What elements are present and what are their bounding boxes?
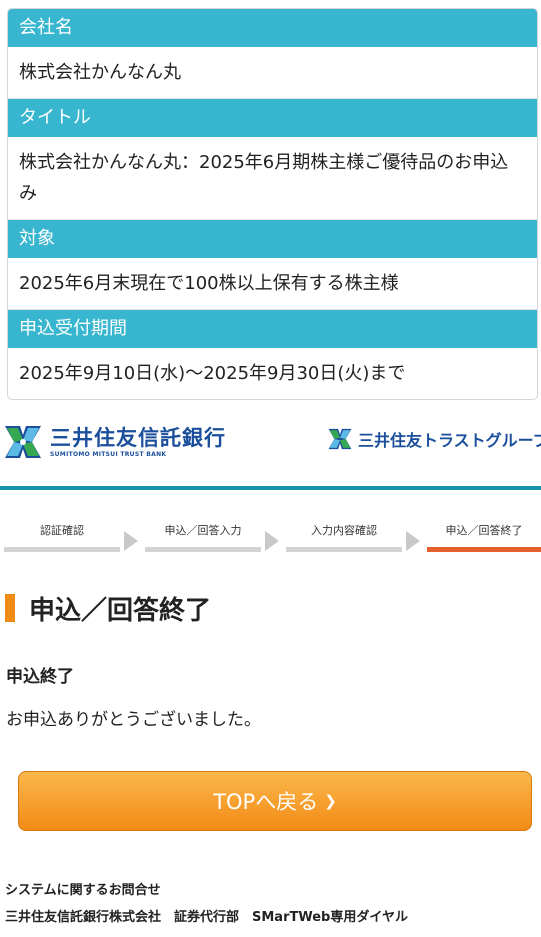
page-title: 申込／回答終了 [5,592,212,626]
completion-message: お申込ありがとうございました。 [6,710,261,730]
completion-subheading: 申込終了 [6,667,74,687]
title-label: タイトル [8,99,537,137]
brand-divider [0,486,541,490]
bank-logo-icon [5,426,41,458]
footer-contact-heading: システムに関するお問合せ [5,883,161,898]
step-label: 申込／回答入力 [164,524,242,537]
step-label: 申込／回答終了 [445,524,523,537]
company-value: 株式会社かんなん丸 [8,47,537,99]
footer-contact-detail: 三井住友信託銀行株式会社 証券代行部 SMarTWeb専用ダイヤル [5,910,408,925]
back-to-top-label: TOPへ戻る [213,790,319,814]
bank-name: 三井住友信託銀行 [50,425,226,450]
group-logo: 三井住友トラストグループ [328,427,541,451]
target-label: 対象 [8,220,537,258]
progress-steps: 認証確認 申込／回答入力 入力内容確認 申込／回答終了 [0,521,541,561]
application-info-card: 会社名 株式会社かんなん丸 タイトル 株式会社かんなん丸：2025年6月期株主様… [7,8,538,400]
step-arrow-icon [124,531,138,551]
step-bar [4,547,120,552]
period-value: 2025年9月10日(水)～2025年9月30日(火)まで [19,363,406,384]
period-label: 申込受付期間 [8,310,537,348]
page-title-text: 申込／回答終了 [29,595,212,626]
title-accent-mark [5,594,15,622]
group-name: 三井住友トラストグループ [358,431,541,450]
step-bar-active [427,547,541,552]
chevron-right-icon: ❯ [324,792,337,810]
step-complete: 申込／回答終了 [427,521,541,552]
target-value: 2025年6月末現在で100株以上保有する株主様 [8,258,537,310]
step-bar [145,547,261,552]
step-label: 認証確認 [40,524,84,537]
step-confirm: 入力内容確認 [286,521,402,552]
step-auth: 認証確認 [4,521,120,552]
step-input: 申込／回答入力 [145,521,261,552]
step-arrow-icon [265,531,279,551]
title-value: 株式会社かんなん丸：2025年6月期株主様ご優待品のお申込み [8,137,537,220]
company-label: 会社名 [8,9,537,47]
step-arrow-icon [406,531,420,551]
brand-bar: 三井住友信託銀行 SUMITOMO MITSUI TRUST BANK 三井住友… [0,421,541,469]
back-to-top-button[interactable]: TOPへ戻る ❯ [18,771,532,831]
group-logo-icon [328,428,352,450]
bank-name-en: SUMITOMO MITSUI TRUST BANK [50,450,167,458]
bank-logo: 三井住友信託銀行 SUMITOMO MITSUI TRUST BANK [4,425,226,459]
step-bar [286,547,402,552]
step-label: 入力内容確認 [311,524,377,537]
